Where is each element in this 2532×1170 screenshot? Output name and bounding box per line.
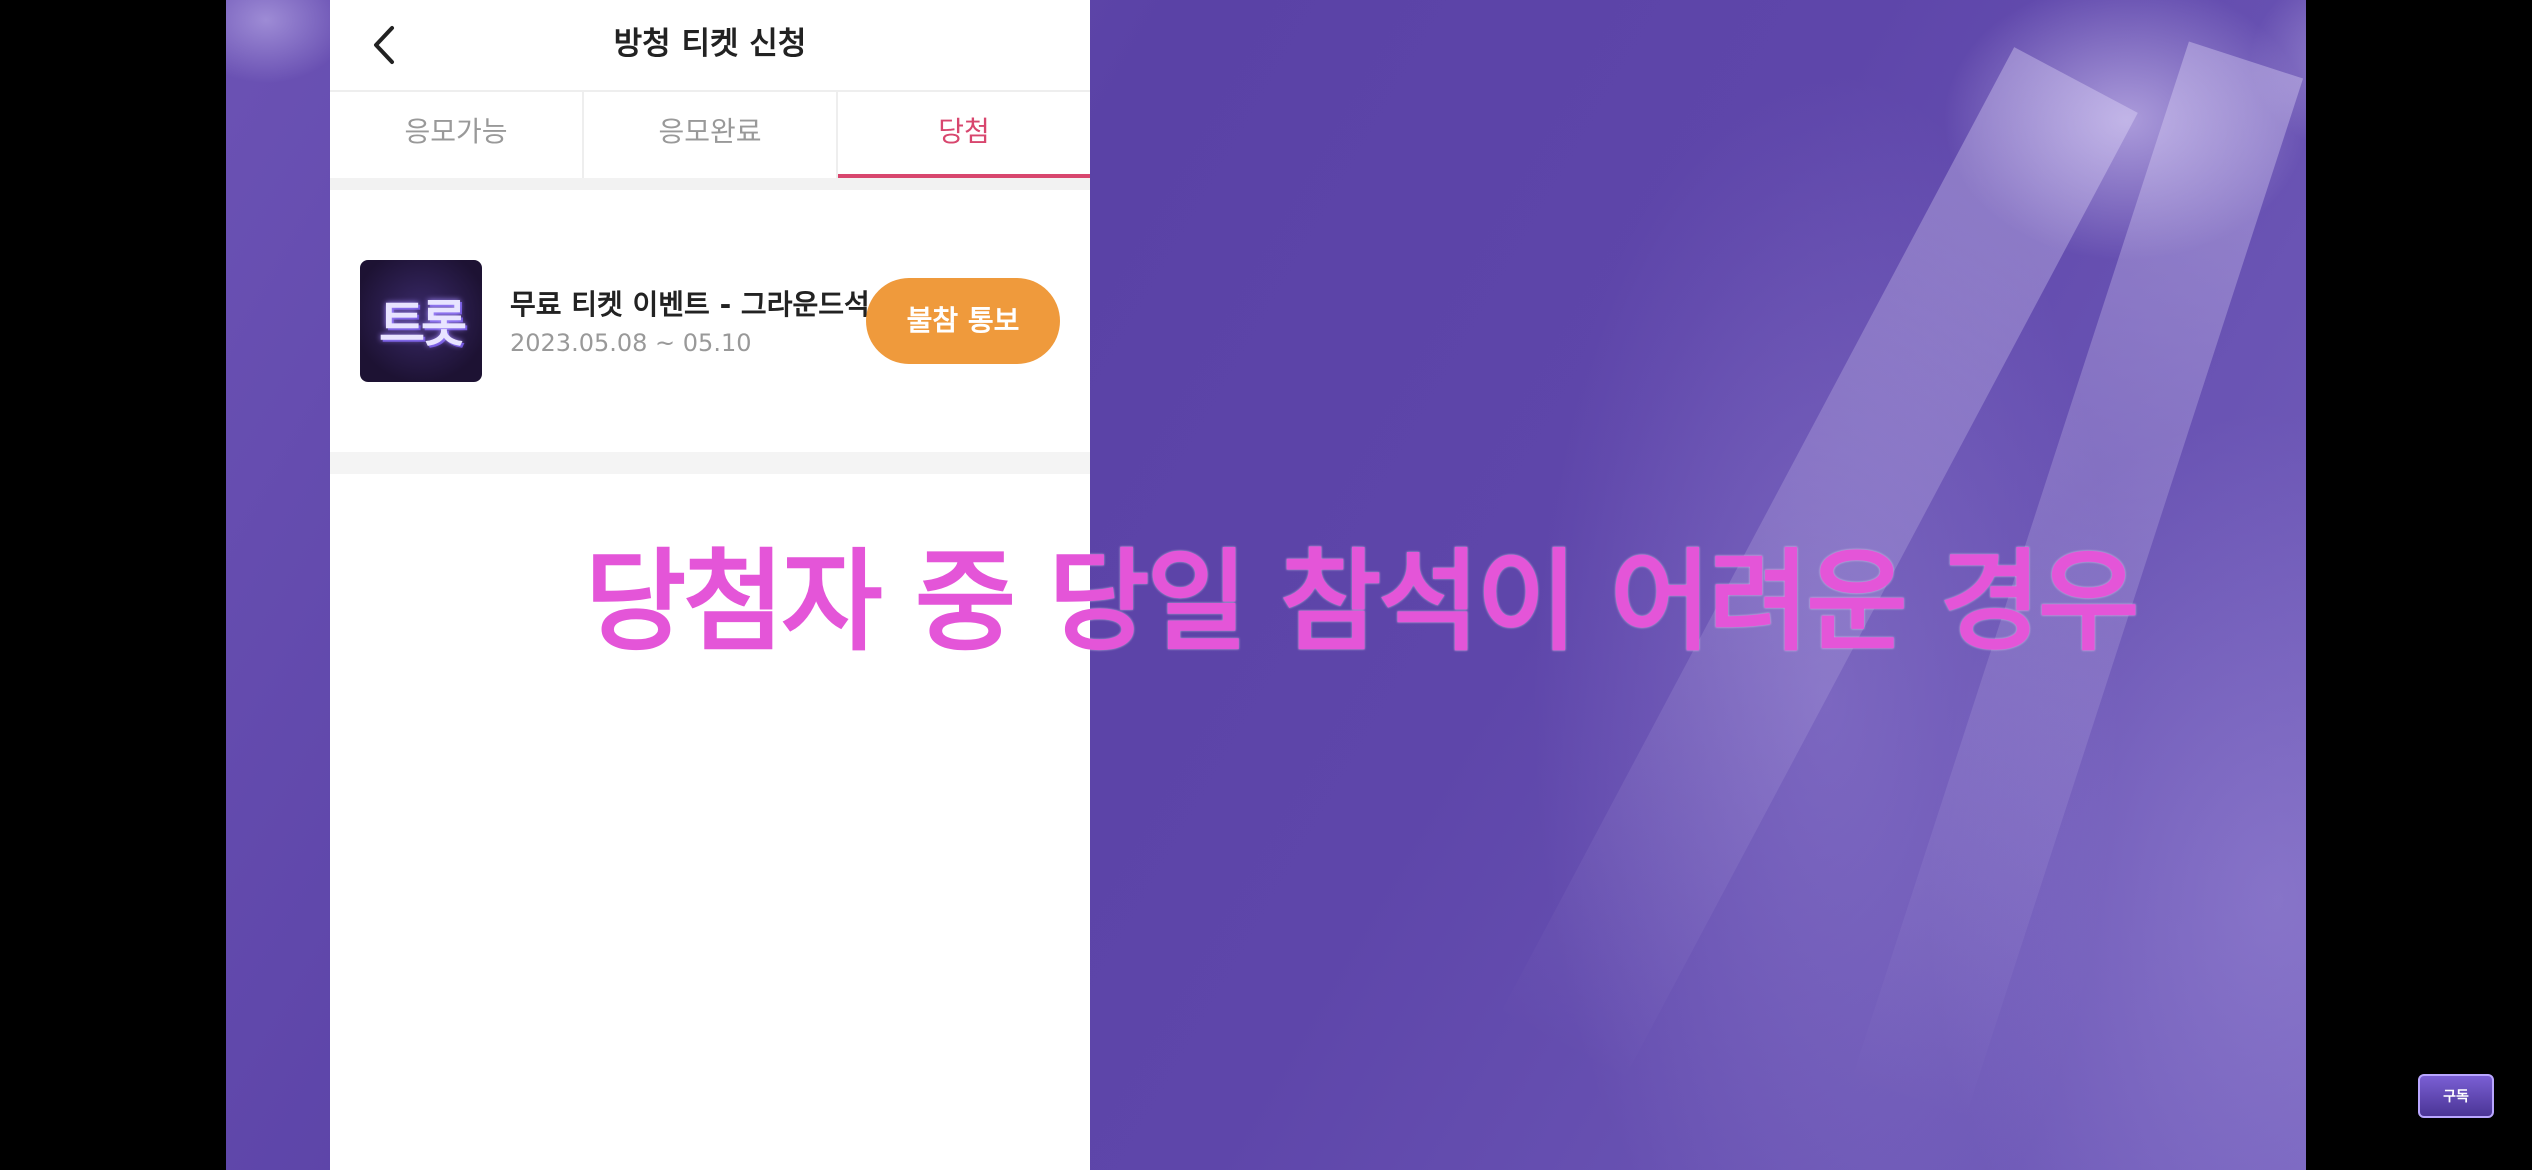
tab-available[interactable]: 응모가능: [330, 92, 584, 178]
tab-winner[interactable]: 당첨: [838, 92, 1090, 178]
app-header: 방청 티켓 신청: [330, 0, 1090, 92]
divider: [330, 452, 1090, 474]
divider: [330, 178, 1090, 190]
caption-text: 당첨자 중 당일 참석이 어려운 경우: [585, 538, 2139, 666]
page-title: 방청 티켓 신청: [613, 26, 807, 62]
event-thumbnail: 트롯: [360, 260, 482, 382]
tab-completed[interactable]: 응모완료: [584, 92, 838, 178]
absence-notice-button[interactable]: 불참 통보: [866, 278, 1060, 364]
tab-bar: 응모가능 응모완료 당첨: [330, 92, 1090, 178]
thumbnail-logo-text: 트롯: [379, 295, 467, 353]
subscribe-button[interactable]: 구독: [2418, 1074, 2494, 1118]
event-title: 무료 티켓 이벤트 - 그라운드석: [510, 288, 870, 321]
event-date: 2023.05.08 ~ 05.10: [510, 329, 752, 357]
ticket-list-item[interactable]: 트롯 무료 티켓 이벤트 - 그라운드석 2023.05.08 ~ 05.10 …: [330, 190, 1090, 452]
